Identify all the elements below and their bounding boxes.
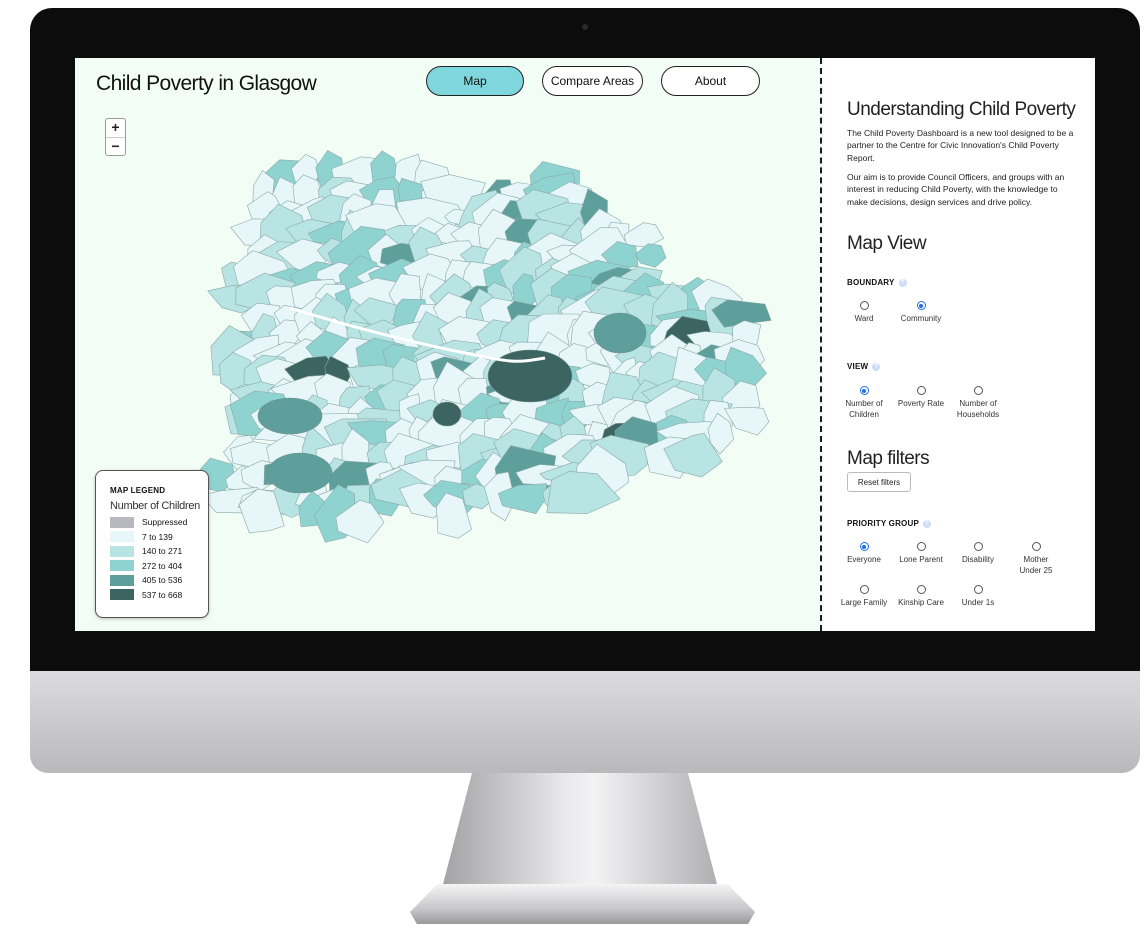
info-icon[interactable]: ? bbox=[923, 520, 931, 528]
radio-button-icon[interactable] bbox=[916, 542, 926, 551]
app-title: Child Poverty in Glasgow bbox=[96, 72, 317, 95]
radio-button-icon[interactable] bbox=[1031, 542, 1041, 551]
nav-map-button[interactable]: Map bbox=[426, 66, 524, 96]
radio-option-label: Number of bbox=[959, 399, 997, 408]
legend-item: 405 to 536 bbox=[110, 573, 208, 588]
radio-button-icon[interactable] bbox=[973, 386, 983, 395]
legend-swatch bbox=[110, 516, 134, 528]
radio-button-icon[interactable] bbox=[859, 585, 869, 594]
radio-button-icon[interactable] bbox=[973, 542, 983, 551]
legend-item-label: 272 to 404 bbox=[142, 560, 183, 571]
radio-option-disability[interactable]: Disability bbox=[945, 542, 1011, 566]
legend-item: 140 to 271 bbox=[110, 544, 208, 559]
radio-option-label: Under 25 bbox=[1019, 565, 1053, 575]
legend-item-label: 537 to 668 bbox=[142, 589, 183, 600]
monitor-stand-base bbox=[410, 884, 755, 924]
map-view-heading: Map View bbox=[847, 233, 927, 254]
intro-paragraph-2: Our aim is to provide Council Officers, … bbox=[847, 172, 1065, 207]
map-region[interactable] bbox=[593, 312, 647, 354]
monitor-stand-neck bbox=[442, 773, 718, 888]
map-region[interactable] bbox=[267, 452, 333, 494]
radio-option-label: Children bbox=[849, 409, 879, 419]
legend-item-label: 7 to 139 bbox=[142, 531, 173, 542]
info-icon[interactable]: ? bbox=[872, 363, 881, 371]
legend-swatch bbox=[110, 560, 134, 572]
legend-item-label: 140 to 271 bbox=[142, 546, 183, 557]
monitor-chin bbox=[30, 671, 1140, 773]
radio-button-icon[interactable] bbox=[973, 585, 983, 594]
zoom-in-button[interactable]: + bbox=[106, 119, 125, 137]
map-filters-heading: Map filters bbox=[847, 448, 930, 469]
legend-swatch bbox=[110, 531, 134, 543]
radio-button-icon[interactable] bbox=[916, 301, 926, 310]
map-region[interactable] bbox=[257, 397, 323, 435]
info-icon[interactable]: ? bbox=[898, 279, 907, 287]
map-area: Child Poverty in Glasgow Map Compare Are… bbox=[75, 58, 820, 631]
view-label-text: VIEW bbox=[847, 362, 869, 371]
zoom-control: + − bbox=[105, 118, 126, 156]
map-region[interactable] bbox=[432, 401, 462, 427]
radio-button-icon[interactable] bbox=[916, 585, 926, 594]
side-panel: Understanding Child Poverty The Child Po… bbox=[823, 58, 1095, 631]
reset-filters-button[interactable]: Reset filters bbox=[847, 472, 911, 492]
legend-swatch bbox=[110, 589, 134, 601]
panel-divider bbox=[820, 58, 822, 631]
legend-subtitle: Number of Children bbox=[110, 500, 200, 512]
radio-option-label: Mother bbox=[1023, 555, 1049, 564]
map-legend: MAP LEGEND Number of Children Suppressed… bbox=[95, 470, 209, 618]
legend-item: 537 to 668 bbox=[110, 588, 208, 603]
radio-option-community[interactable]: Community bbox=[888, 301, 954, 325]
map-region[interactable] bbox=[635, 243, 667, 268]
radio-button-icon[interactable] bbox=[859, 542, 869, 551]
radio-button-icon[interactable] bbox=[859, 386, 869, 395]
zoom-out-button[interactable]: − bbox=[106, 137, 125, 156]
app-screen: Child Poverty in Glasgow Map Compare Are… bbox=[75, 58, 1095, 631]
nav-about-button[interactable]: About bbox=[661, 66, 760, 96]
map-region[interactable] bbox=[487, 349, 573, 403]
radio-option-label: Under 1s bbox=[961, 598, 995, 607]
legend-item-label: 405 to 536 bbox=[142, 575, 183, 586]
radio-option-number-of-households[interactable]: Number of Households bbox=[945, 386, 1011, 420]
view-label: VIEW? bbox=[847, 362, 881, 371]
radio-button-icon[interactable] bbox=[916, 386, 926, 395]
legend-title: MAP LEGEND bbox=[110, 486, 166, 495]
boundary-label-text: BOUNDARY bbox=[847, 278, 895, 287]
nav-compare-areas-button[interactable]: Compare Areas bbox=[542, 66, 643, 96]
priority-group-label-text: PRIORITY GROUP bbox=[847, 519, 919, 528]
radio-option-mother-under-25[interactable]: Mother Under 25 bbox=[1003, 542, 1069, 576]
radio-button-icon[interactable] bbox=[859, 301, 869, 310]
legend-item: Suppressed bbox=[110, 515, 208, 530]
intro-paragraph-1: The Child Poverty Dashboard is a new too… bbox=[847, 128, 1074, 163]
camera-icon bbox=[582, 24, 588, 30]
legend-item: 272 to 404 bbox=[110, 559, 208, 574]
legend-swatch bbox=[110, 574, 134, 586]
panel-heading: Understanding Child Poverty bbox=[847, 99, 1076, 120]
radio-option-label: Disability bbox=[961, 555, 994, 564]
radio-option-label: Community bbox=[900, 314, 942, 323]
priority-group-label: PRIORITY GROUP? bbox=[847, 519, 931, 528]
legend-item-label: Suppressed bbox=[142, 517, 188, 528]
legend-swatch bbox=[110, 545, 134, 557]
legend-item: 7 to 139 bbox=[110, 530, 208, 545]
boundary-label: BOUNDARY? bbox=[847, 278, 907, 287]
radio-option-label: Households bbox=[956, 409, 1000, 419]
map-region[interactable] bbox=[623, 222, 665, 248]
radio-option-under-1s[interactable]: Under 1s bbox=[945, 585, 1011, 609]
